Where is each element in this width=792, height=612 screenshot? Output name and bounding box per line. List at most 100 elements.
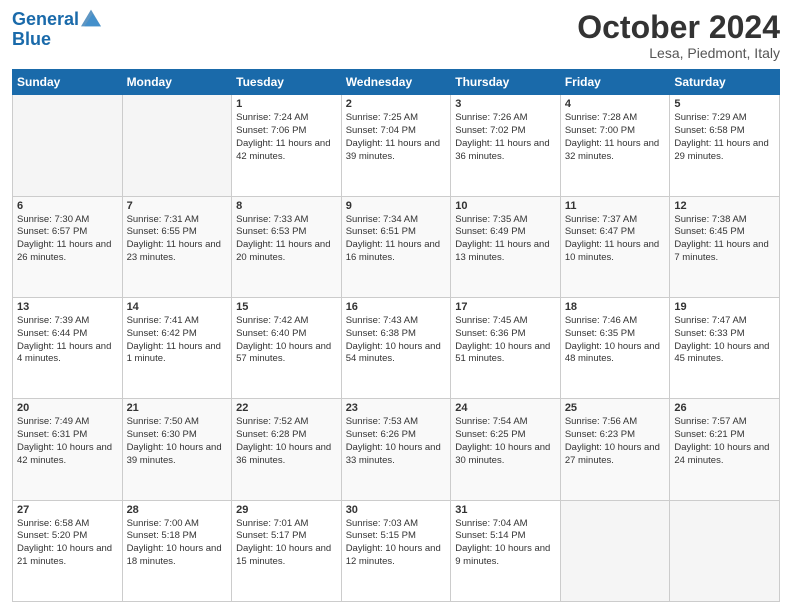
calendar-cell: 28 Sunrise: 7:00 AMSunset: 5:18 PMDaylig… — [122, 500, 232, 601]
day-number: 8 — [236, 200, 337, 212]
day-number: 26 — [674, 402, 775, 414]
week-row-4: 27 Sunrise: 6:58 AMSunset: 5:20 PMDaylig… — [13, 500, 780, 601]
calendar-cell: 2 Sunrise: 7:25 AMSunset: 7:04 PMDayligh… — [341, 95, 451, 196]
cell-text: Sunrise: 7:49 AMSunset: 6:31 PMDaylight:… — [17, 416, 118, 467]
calendar-body: 1 Sunrise: 7:24 AMSunset: 7:06 PMDayligh… — [13, 95, 780, 602]
calendar-cell: 21 Sunrise: 7:50 AMSunset: 6:30 PMDaylig… — [122, 399, 232, 500]
calendar-cell: 12 Sunrise: 7:38 AMSunset: 6:45 PMDaylig… — [670, 196, 780, 297]
day-number: 4 — [565, 98, 666, 110]
cell-text: Sunrise: 6:58 AMSunset: 5:20 PMDaylight:… — [17, 518, 118, 569]
calendar: SundayMondayTuesdayWednesdayThursdayFrid… — [12, 69, 780, 602]
cell-text: Sunrise: 7:34 AMSunset: 6:51 PMDaylight:… — [346, 214, 447, 265]
calendar-cell: 8 Sunrise: 7:33 AMSunset: 6:53 PMDayligh… — [232, 196, 342, 297]
calendar-cell: 13 Sunrise: 7:39 AMSunset: 6:44 PMDaylig… — [13, 297, 123, 398]
cell-text: Sunrise: 7:39 AMSunset: 6:44 PMDaylight:… — [17, 315, 118, 366]
calendar-cell — [122, 95, 232, 196]
cell-text: Sunrise: 7:03 AMSunset: 5:15 PMDaylight:… — [346, 518, 447, 569]
logo-icon — [81, 8, 101, 28]
day-number: 5 — [674, 98, 775, 110]
logo: General Blue — [12, 10, 101, 50]
cell-text: Sunrise: 7:33 AMSunset: 6:53 PMDaylight:… — [236, 214, 337, 265]
day-number: 18 — [565, 301, 666, 313]
calendar-cell: 6 Sunrise: 7:30 AMSunset: 6:57 PMDayligh… — [13, 196, 123, 297]
day-number: 2 — [346, 98, 447, 110]
cell-text: Sunrise: 7:29 AMSunset: 6:58 PMDaylight:… — [674, 112, 775, 163]
cell-text: Sunrise: 7:56 AMSunset: 6:23 PMDaylight:… — [565, 416, 666, 467]
dow-header-wednesday: Wednesday — [341, 70, 451, 95]
cell-text: Sunrise: 7:26 AMSunset: 7:02 PMDaylight:… — [455, 112, 556, 163]
day-number: 3 — [455, 98, 556, 110]
header: General Blue October 2024 Lesa, Piedmont… — [12, 10, 780, 61]
cell-text: Sunrise: 7:30 AMSunset: 6:57 PMDaylight:… — [17, 214, 118, 265]
day-number: 7 — [127, 200, 228, 212]
day-number: 20 — [17, 402, 118, 414]
cell-text: Sunrise: 7:04 AMSunset: 5:14 PMDaylight:… — [455, 518, 556, 569]
dow-header-monday: Monday — [122, 70, 232, 95]
calendar-cell: 30 Sunrise: 7:03 AMSunset: 5:15 PMDaylig… — [341, 500, 451, 601]
cell-text: Sunrise: 7:41 AMSunset: 6:42 PMDaylight:… — [127, 315, 228, 366]
cell-text: Sunrise: 7:53 AMSunset: 6:26 PMDaylight:… — [346, 416, 447, 467]
week-row-2: 13 Sunrise: 7:39 AMSunset: 6:44 PMDaylig… — [13, 297, 780, 398]
cell-text: Sunrise: 7:42 AMSunset: 6:40 PMDaylight:… — [236, 315, 337, 366]
calendar-cell: 3 Sunrise: 7:26 AMSunset: 7:02 PMDayligh… — [451, 95, 561, 196]
calendar-cell: 14 Sunrise: 7:41 AMSunset: 6:42 PMDaylig… — [122, 297, 232, 398]
day-number: 6 — [17, 200, 118, 212]
cell-text: Sunrise: 7:25 AMSunset: 7:04 PMDaylight:… — [346, 112, 447, 163]
cell-text: Sunrise: 7:50 AMSunset: 6:30 PMDaylight:… — [127, 416, 228, 467]
dow-header-friday: Friday — [560, 70, 670, 95]
day-number: 16 — [346, 301, 447, 313]
location: Lesa, Piedmont, Italy — [577, 45, 780, 61]
day-number: 13 — [17, 301, 118, 313]
calendar-cell: 24 Sunrise: 7:54 AMSunset: 6:25 PMDaylig… — [451, 399, 561, 500]
day-number: 30 — [346, 504, 447, 516]
day-number: 22 — [236, 402, 337, 414]
dow-header-sunday: Sunday — [13, 70, 123, 95]
calendar-cell: 10 Sunrise: 7:35 AMSunset: 6:49 PMDaylig… — [451, 196, 561, 297]
week-row-3: 20 Sunrise: 7:49 AMSunset: 6:31 PMDaylig… — [13, 399, 780, 500]
calendar-cell — [13, 95, 123, 196]
cell-text: Sunrise: 7:54 AMSunset: 6:25 PMDaylight:… — [455, 416, 556, 467]
cell-text: Sunrise: 7:28 AMSunset: 7:00 PMDaylight:… — [565, 112, 666, 163]
month-title: October 2024 — [577, 10, 780, 45]
dow-header-saturday: Saturday — [670, 70, 780, 95]
calendar-cell: 5 Sunrise: 7:29 AMSunset: 6:58 PMDayligh… — [670, 95, 780, 196]
calendar-cell: 4 Sunrise: 7:28 AMSunset: 7:00 PMDayligh… — [560, 95, 670, 196]
day-number: 10 — [455, 200, 556, 212]
day-number: 29 — [236, 504, 337, 516]
cell-text: Sunrise: 7:43 AMSunset: 6:38 PMDaylight:… — [346, 315, 447, 366]
day-number: 14 — [127, 301, 228, 313]
logo-text: General — [12, 10, 79, 30]
cell-text: Sunrise: 7:46 AMSunset: 6:35 PMDaylight:… — [565, 315, 666, 366]
dow-header-thursday: Thursday — [451, 70, 561, 95]
calendar-cell: 27 Sunrise: 6:58 AMSunset: 5:20 PMDaylig… — [13, 500, 123, 601]
calendar-cell: 20 Sunrise: 7:49 AMSunset: 6:31 PMDaylig… — [13, 399, 123, 500]
day-number: 19 — [674, 301, 775, 313]
cell-text: Sunrise: 7:47 AMSunset: 6:33 PMDaylight:… — [674, 315, 775, 366]
cell-text: Sunrise: 7:35 AMSunset: 6:49 PMDaylight:… — [455, 214, 556, 265]
day-number: 25 — [565, 402, 666, 414]
logo-blue: Blue — [12, 30, 101, 50]
day-number: 27 — [17, 504, 118, 516]
cell-text: Sunrise: 7:31 AMSunset: 6:55 PMDaylight:… — [127, 214, 228, 265]
calendar-cell: 11 Sunrise: 7:37 AMSunset: 6:47 PMDaylig… — [560, 196, 670, 297]
cell-text: Sunrise: 7:52 AMSunset: 6:28 PMDaylight:… — [236, 416, 337, 467]
calendar-cell: 22 Sunrise: 7:52 AMSunset: 6:28 PMDaylig… — [232, 399, 342, 500]
day-number: 21 — [127, 402, 228, 414]
cell-text: Sunrise: 7:37 AMSunset: 6:47 PMDaylight:… — [565, 214, 666, 265]
cell-text: Sunrise: 7:45 AMSunset: 6:36 PMDaylight:… — [455, 315, 556, 366]
cell-text: Sunrise: 7:24 AMSunset: 7:06 PMDaylight:… — [236, 112, 337, 163]
day-number: 23 — [346, 402, 447, 414]
day-number: 9 — [346, 200, 447, 212]
week-row-0: 1 Sunrise: 7:24 AMSunset: 7:06 PMDayligh… — [13, 95, 780, 196]
calendar-cell: 31 Sunrise: 7:04 AMSunset: 5:14 PMDaylig… — [451, 500, 561, 601]
calendar-cell: 7 Sunrise: 7:31 AMSunset: 6:55 PMDayligh… — [122, 196, 232, 297]
calendar-cell: 18 Sunrise: 7:46 AMSunset: 6:35 PMDaylig… — [560, 297, 670, 398]
day-number: 1 — [236, 98, 337, 110]
week-row-1: 6 Sunrise: 7:30 AMSunset: 6:57 PMDayligh… — [13, 196, 780, 297]
calendar-cell: 25 Sunrise: 7:56 AMSunset: 6:23 PMDaylig… — [560, 399, 670, 500]
day-number: 17 — [455, 301, 556, 313]
day-number: 31 — [455, 504, 556, 516]
calendar-cell: 29 Sunrise: 7:01 AMSunset: 5:17 PMDaylig… — [232, 500, 342, 601]
calendar-cell: 9 Sunrise: 7:34 AMSunset: 6:51 PMDayligh… — [341, 196, 451, 297]
calendar-cell: 1 Sunrise: 7:24 AMSunset: 7:06 PMDayligh… — [232, 95, 342, 196]
